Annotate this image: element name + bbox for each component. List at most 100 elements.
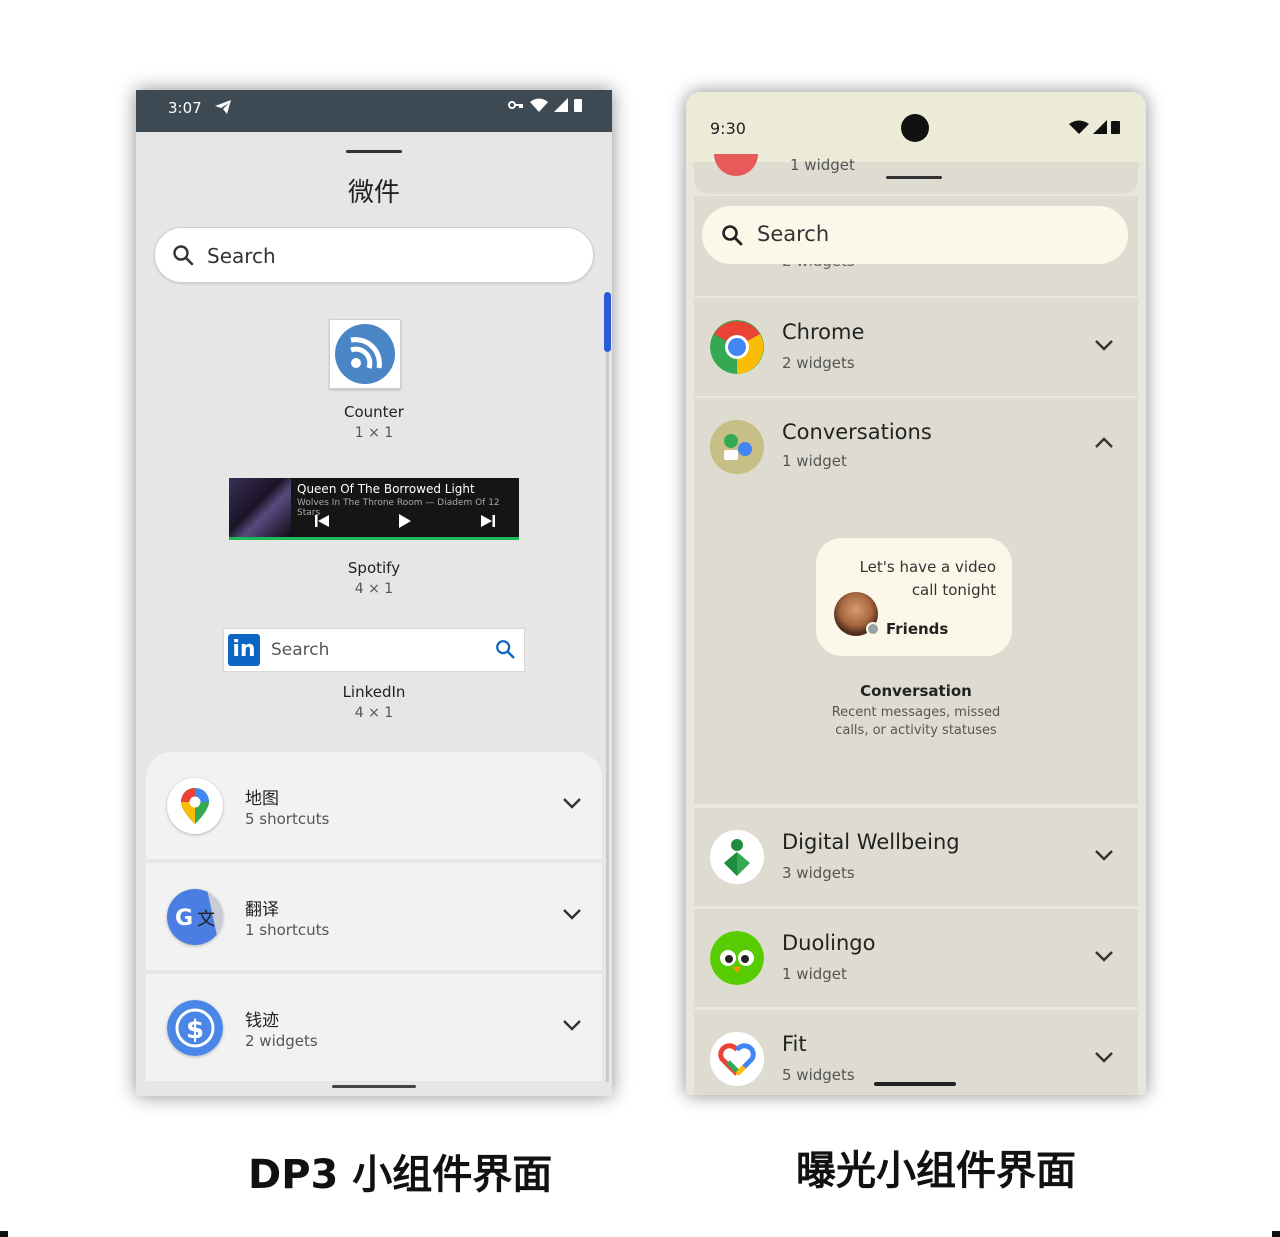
left-phone-screenshot: 3:07 微件 Search Counter 1 × 1 Queen Of Th… xyxy=(136,90,612,1096)
chevron-down-icon[interactable] xyxy=(1094,947,1114,966)
telegram-icon xyxy=(214,99,232,119)
next-icon xyxy=(481,515,495,527)
message-line-2: call tonight xyxy=(911,581,996,599)
play-icon xyxy=(399,514,411,528)
app-name: Chrome xyxy=(782,320,865,344)
chrome-icon xyxy=(710,320,764,374)
chevron-down-icon[interactable] xyxy=(1094,1048,1114,1067)
chevron-down-icon[interactable] xyxy=(1094,336,1114,355)
digital-wellbeing-icon xyxy=(710,830,764,884)
search-icon xyxy=(720,223,744,251)
signal-icon xyxy=(554,98,568,112)
progress-bar xyxy=(229,537,519,540)
svg-text:$: $ xyxy=(186,1015,204,1045)
app-row-conversations[interactable]: Conversations 1 widget Let's have a vide… xyxy=(694,398,1138,804)
linkedin-search-text: Search xyxy=(271,640,330,660)
corner-mark xyxy=(0,1231,8,1237)
maps-icon xyxy=(167,778,223,834)
camera-cutout xyxy=(901,114,929,142)
nav-handle[interactable] xyxy=(332,1085,416,1088)
app-row-translate[interactable]: G 文 翻译 1 shortcuts xyxy=(146,863,602,970)
status-bar: 3:07 xyxy=(136,90,612,132)
app-name: 翻译 xyxy=(245,900,279,920)
contact-name: Friends xyxy=(886,620,949,638)
chevron-down-icon[interactable] xyxy=(562,1016,582,1035)
app-name: 地图 xyxy=(245,789,279,809)
widget-picker-sheet: 微件 Search Counter 1 × 1 Queen Of The Bor… xyxy=(136,132,612,1096)
wifi-icon xyxy=(530,98,548,112)
app-row-maps[interactable]: 地图 5 shortcuts xyxy=(146,752,602,859)
album-art xyxy=(229,478,291,537)
status-bar: 9:30 xyxy=(686,92,1146,162)
message-line-1: Let's have a video xyxy=(859,558,996,576)
desc-line-2: calls, or activity statuses xyxy=(835,723,997,738)
widget-size-spotify: 4 × 1 xyxy=(354,581,394,597)
search-icon xyxy=(171,243,195,271)
nav-handle[interactable] xyxy=(874,1082,956,1086)
counter-widget-preview[interactable] xyxy=(329,319,401,389)
app-count: 2 widgets xyxy=(245,1032,318,1050)
app-count: 2 widgets xyxy=(782,354,855,372)
app-row-qianji[interactable]: $ 钱迹 2 widgets xyxy=(146,974,602,1081)
chevron-up-icon[interactable] xyxy=(1094,434,1114,453)
wifi-icon xyxy=(1069,120,1089,134)
app-count: 1 widget xyxy=(782,965,847,983)
spotify-controls xyxy=(315,514,495,528)
fit-heart-icon xyxy=(710,1032,764,1086)
app-name: Digital Wellbeing xyxy=(782,830,960,854)
drag-handle[interactable] xyxy=(886,176,942,179)
search-input[interactable]: Search xyxy=(154,227,594,283)
app-name: Duolingo xyxy=(782,931,876,955)
app-count: 3 widgets xyxy=(782,864,855,882)
caption-right: 曝光小组件界面 xyxy=(796,1148,1076,1194)
app-name: 钱迹 xyxy=(245,1011,279,1031)
app-row-digital-wellbeing[interactable]: Digital Wellbeing 3 widgets xyxy=(694,808,1138,906)
duolingo-icon xyxy=(710,931,764,985)
status-time: 9:30 xyxy=(710,119,746,138)
page-title: 微件 xyxy=(347,178,400,208)
app-row-chrome[interactable]: Chrome 2 widgets xyxy=(694,298,1138,396)
right-phone-screenshot: 9:30 1 widget 2 widgets Search xyxy=(686,92,1146,1095)
app-icon-partial xyxy=(714,154,758,176)
widget-title: Conversation xyxy=(860,682,972,700)
conversation-widget-preview[interactable]: Let's have a video call tonight Friends xyxy=(816,538,1012,656)
app-name: Conversations xyxy=(782,420,932,444)
vpn-key-icon xyxy=(508,101,523,109)
status-icons xyxy=(1069,120,1120,134)
chevron-down-icon[interactable] xyxy=(1094,846,1114,865)
search-placeholder: Search xyxy=(757,222,830,246)
signal-icon xyxy=(1093,120,1107,134)
linkedin-widget-preview[interactable]: in Search xyxy=(223,628,525,672)
status-icons xyxy=(508,98,582,112)
widget-label-spotify: Spotify xyxy=(347,559,401,577)
app-name: Fit xyxy=(782,1032,807,1056)
translate-icon: G 文 xyxy=(167,889,223,945)
chevron-down-icon[interactable] xyxy=(562,794,582,813)
svg-text:文: 文 xyxy=(197,909,215,930)
app-row-duolingo[interactable]: Duolingo 1 widget xyxy=(694,909,1138,1007)
rss-counter-icon xyxy=(335,324,395,384)
search-icon xyxy=(494,638,516,664)
dollar-icon: $ xyxy=(167,1000,223,1056)
search-placeholder: Search xyxy=(207,244,276,268)
spotify-widget-preview[interactable]: Queen Of The Borrowed Light Wolves In Th… xyxy=(229,478,519,540)
widget-label-linkedin: LinkedIn xyxy=(342,683,406,701)
drag-handle[interactable] xyxy=(346,150,402,153)
status-time: 3:07 xyxy=(168,99,202,117)
app-count: 5 shortcuts xyxy=(245,810,330,828)
status-badge xyxy=(866,622,880,636)
app-count: 5 widgets xyxy=(782,1066,855,1084)
battery-icon xyxy=(574,99,582,112)
widget-description: Recent messages, missed calls, or activi… xyxy=(694,704,1138,740)
search-input[interactable]: Search xyxy=(702,206,1128,264)
widget-size-linkedin: 4 × 1 xyxy=(354,705,394,721)
battery-icon xyxy=(1111,121,1120,134)
app-count: 1 shortcuts xyxy=(245,921,330,939)
widget-size-counter: 1 × 1 xyxy=(354,425,394,441)
desc-line-1: Recent messages, missed xyxy=(831,705,1001,720)
corner-mark xyxy=(1272,1231,1280,1237)
peek-text: 1 widget xyxy=(790,156,855,174)
chevron-down-icon[interactable] xyxy=(562,905,582,924)
scrollbar-thumb[interactable] xyxy=(604,292,611,352)
previous-icon xyxy=(315,515,329,527)
